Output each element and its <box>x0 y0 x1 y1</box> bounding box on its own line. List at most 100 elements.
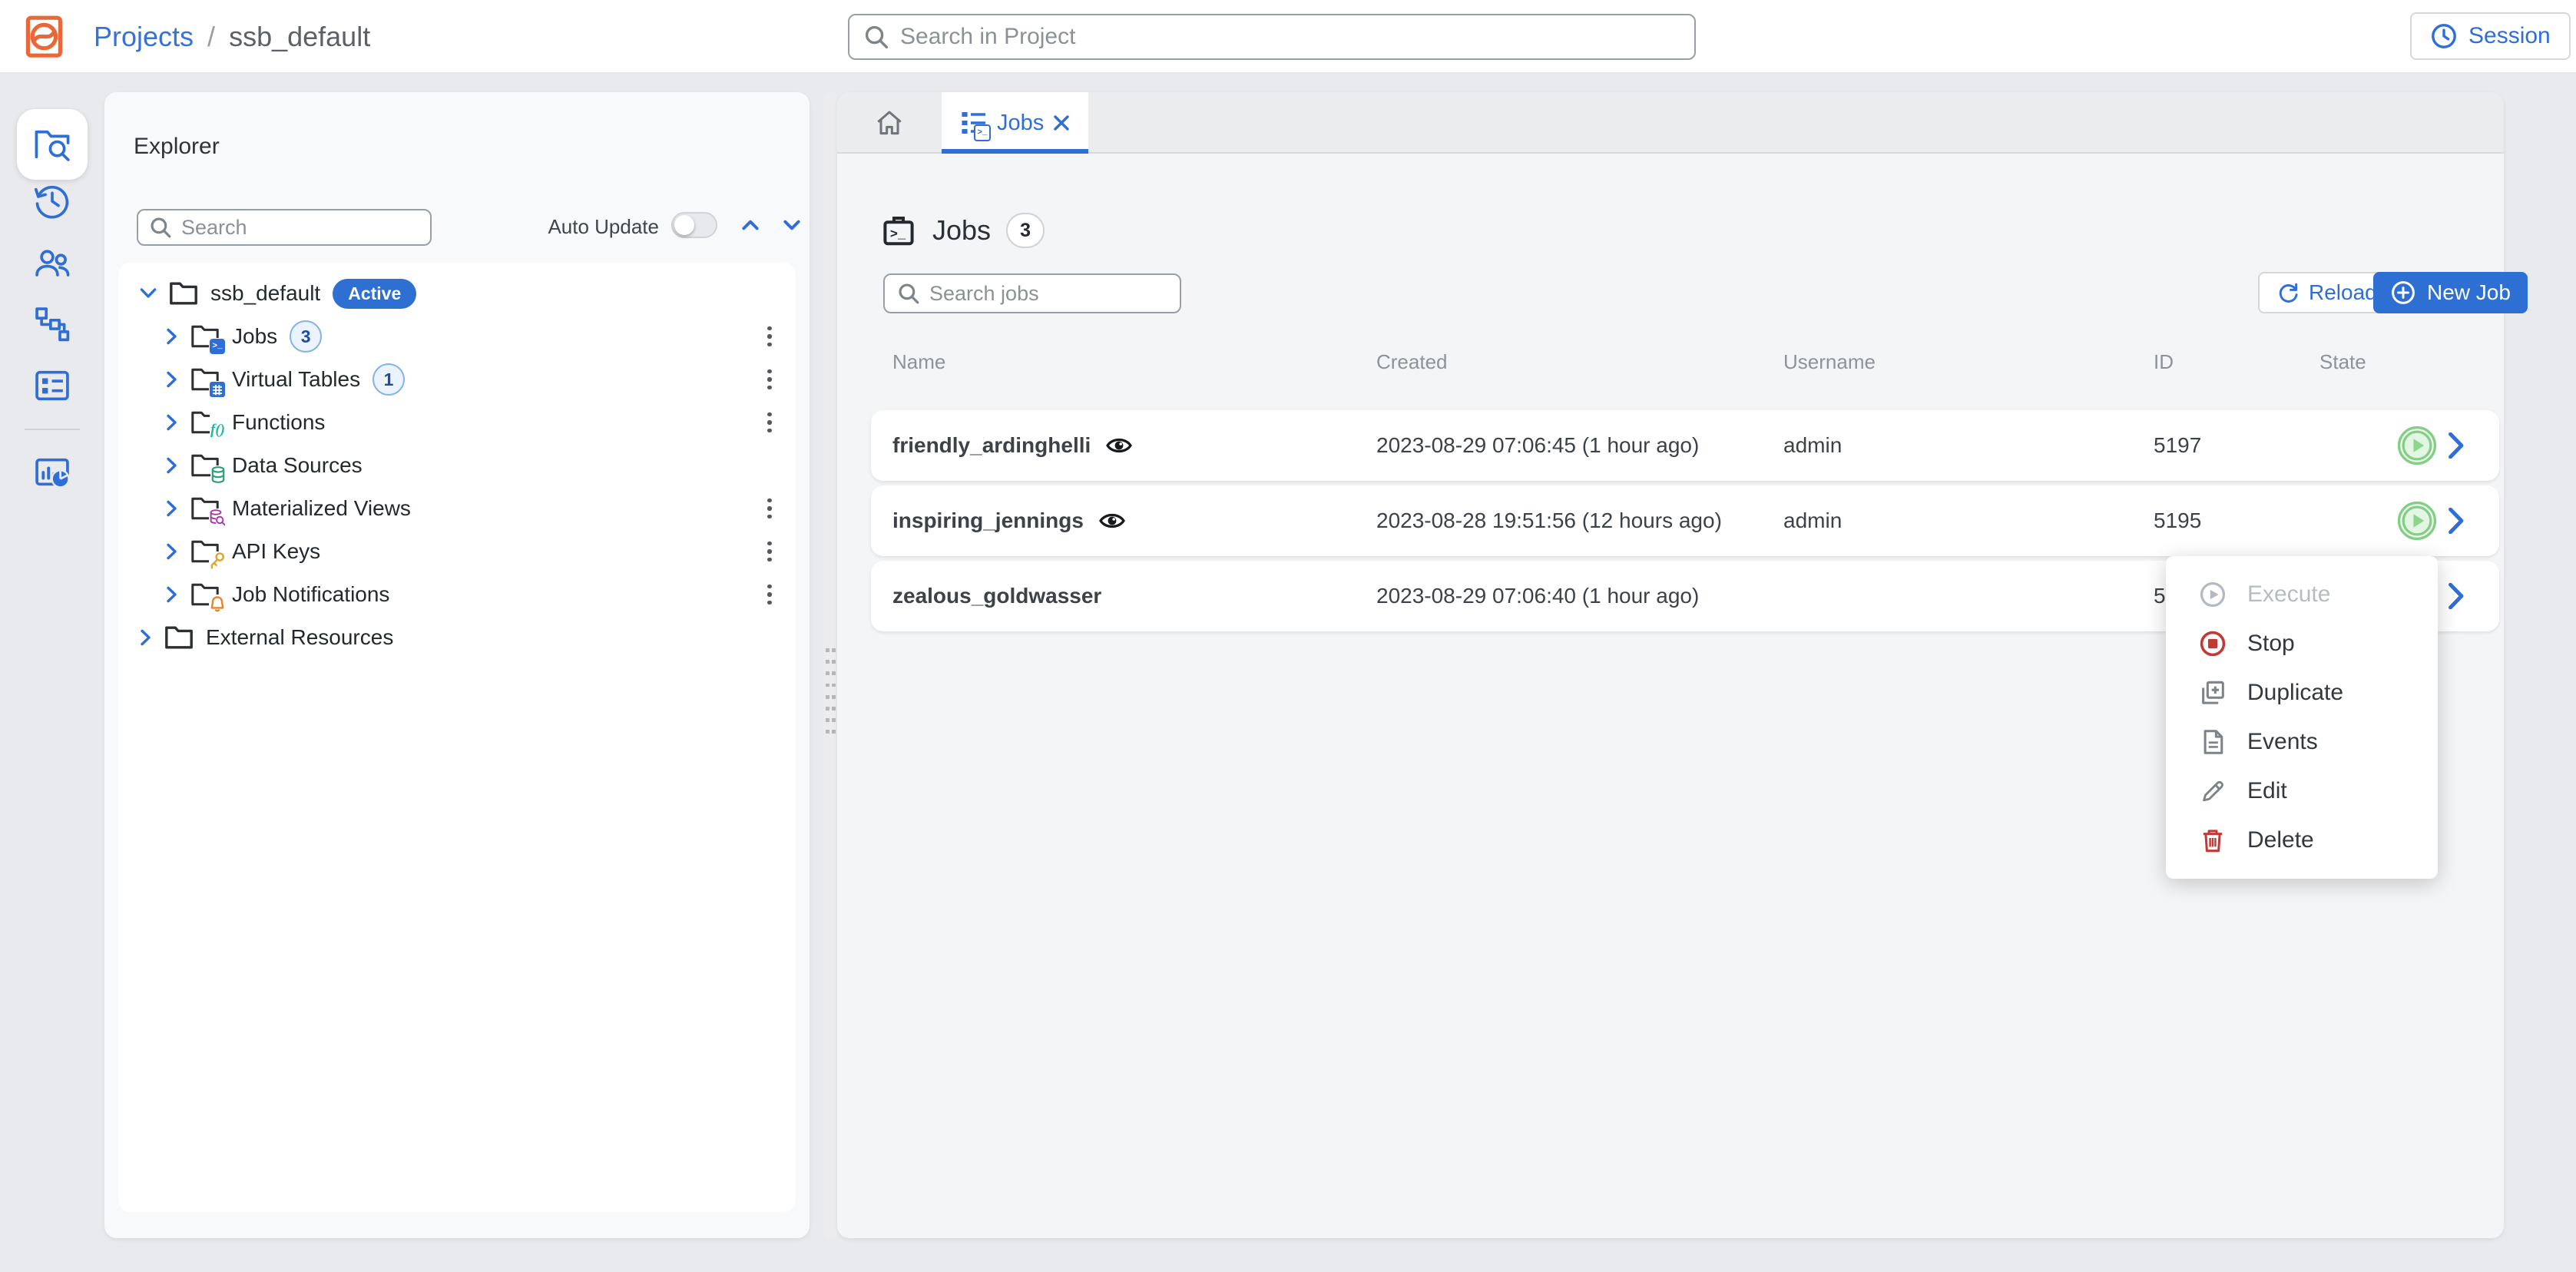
app-logo-icon[interactable] <box>25 15 68 58</box>
new-job-button-label: New Job <box>2427 280 2511 305</box>
active-status-badge: Active <box>333 279 416 309</box>
project-search-box[interactable] <box>848 14 1696 60</box>
tree-item-virtual-tables[interactable]: Virtual Tables 1 <box>118 358 796 401</box>
search-icon <box>863 24 889 50</box>
tree-item-jobs[interactable]: >_ Jobs 3 <box>118 315 796 358</box>
jobs-search-box[interactable] <box>883 273 1181 313</box>
new-job-button[interactable]: New Job <box>2373 272 2528 313</box>
chevron-right-icon[interactable] <box>140 629 152 646</box>
users-icon[interactable] <box>32 243 72 283</box>
history-icon[interactable] <box>32 181 72 221</box>
jobs-list-icon: >_ <box>960 109 988 137</box>
job-id: 5197 <box>2154 410 2201 481</box>
tree-item-api-keys[interactable]: API Keys <box>118 530 796 573</box>
menu-item-stop[interactable]: Stop <box>2166 619 2438 668</box>
data-sources-folder-icon <box>190 453 220 478</box>
close-tab-icon[interactable] <box>1053 114 1070 131</box>
tab-home[interactable] <box>853 92 926 154</box>
tree-item-label: Virtual Tables <box>232 367 360 392</box>
job-id: 5195 <box>2154 485 2201 556</box>
materialized-views-folder-icon <box>190 496 220 521</box>
folder-icon <box>164 625 194 650</box>
breadcrumb-projects-link[interactable]: Projects <box>94 21 194 53</box>
kebab-menu-icon[interactable] <box>759 324 780 349</box>
row-expand-chevron-icon[interactable] <box>2449 561 2465 631</box>
table-row[interactable]: inspiring_jennings 2023-08-28 19:51:56 (… <box>871 485 2499 556</box>
document-icon <box>2198 727 2227 757</box>
tree-item-job-notifications[interactable]: Job Notifications <box>118 573 796 616</box>
chevron-right-icon[interactable] <box>166 328 178 345</box>
tree-item-data-sources[interactable]: Data Sources <box>118 444 796 487</box>
expand-all-icon[interactable] <box>782 215 802 235</box>
trash-icon <box>2198 826 2227 855</box>
column-header-created: Created <box>1376 350 1448 374</box>
icon-rail <box>0 74 104 1272</box>
kebab-menu-icon[interactable] <box>759 539 780 564</box>
chevron-right-icon[interactable] <box>166 586 178 603</box>
tree-item-label: ssb_default <box>210 281 320 306</box>
tree-item-label: Job Notifications <box>232 582 389 607</box>
breadcrumb-separator: / <box>207 21 215 53</box>
count-badge: 1 <box>372 363 405 396</box>
tree-item-external-resources[interactable]: External Resources <box>118 616 796 659</box>
tree-item-project-root[interactable]: ssb_default Active <box>118 272 796 315</box>
tree-item-label: Jobs <box>232 324 277 349</box>
jobs-count-badge: 3 <box>1006 213 1045 248</box>
project-search-input[interactable] <box>900 24 1694 50</box>
tree-item-functions[interactable]: f() Functions <box>118 401 796 444</box>
job-name: inspiring_jennings <box>892 508 1084 533</box>
app-root: Projects / ssb_default Session <box>0 0 2576 1272</box>
collapse-all-icon[interactable] <box>740 215 760 235</box>
tree-item-label: Functions <box>232 410 325 435</box>
tab-jobs-label: Jobs <box>997 111 1044 136</box>
tree-item-label: External Resources <box>206 625 393 650</box>
explorer-tree: ssb_default Active >_ Jobs 3 <box>118 263 796 1212</box>
job-running-icon[interactable] <box>2396 410 2438 481</box>
chevron-down-icon[interactable] <box>140 287 157 300</box>
terminal-badge-icon: >_ <box>974 124 991 141</box>
kebab-menu-icon[interactable] <box>759 496 780 521</box>
kebab-menu-icon[interactable] <box>759 410 780 435</box>
session-button[interactable]: Session <box>2410 12 2571 60</box>
lineage-icon[interactable] <box>32 304 72 344</box>
job-created: 2023-08-29 07:06:45 (1 hour ago) <box>1376 410 1699 481</box>
explorer-search-box[interactable] <box>137 209 432 246</box>
chevron-right-icon[interactable] <box>166 371 178 388</box>
eye-icon <box>1099 512 1125 530</box>
drag-grip-icon <box>826 648 836 734</box>
folder-icon <box>169 281 198 306</box>
menu-item-edit[interactable]: Edit <box>2166 767 2438 816</box>
tab-jobs[interactable]: >_ Jobs <box>942 92 1088 154</box>
monitoring-icon[interactable] <box>32 453 72 493</box>
explorer-title: Explorer <box>134 134 220 160</box>
page-title: Jobs <box>932 214 991 247</box>
chevron-right-icon[interactable] <box>166 543 178 560</box>
count-badge: 3 <box>290 320 322 353</box>
row-expand-chevron-icon[interactable] <box>2449 410 2465 481</box>
job-username: admin <box>1783 485 1842 556</box>
kebab-menu-icon[interactable] <box>759 367 780 392</box>
chevron-right-icon[interactable] <box>166 457 178 474</box>
menu-item-events[interactable]: Events <box>2166 717 2438 767</box>
menu-item-delete[interactable]: Delete <box>2166 816 2438 865</box>
chevron-right-icon[interactable] <box>166 500 178 517</box>
panel-resize-handle[interactable] <box>823 92 837 1238</box>
play-circle-icon <box>2198 580 2227 609</box>
row-expand-chevron-icon[interactable] <box>2449 485 2465 556</box>
menu-item-execute: Execute <box>2166 570 2438 619</box>
stop-circle-icon <box>2198 629 2227 658</box>
explorer-folder-search-icon[interactable] <box>32 124 72 164</box>
auto-update-label: Auto Update <box>548 215 659 239</box>
svg-text:>_: >_ <box>890 228 906 243</box>
forms-icon[interactable] <box>32 366 72 406</box>
job-running-icon[interactable] <box>2396 485 2438 556</box>
menu-item-duplicate[interactable]: Duplicate <box>2166 668 2438 717</box>
jobs-search-input[interactable] <box>929 282 1180 306</box>
auto-update-toggle[interactable] <box>671 212 717 238</box>
explorer-search-input[interactable] <box>181 216 430 240</box>
table-row[interactable]: friendly_ardinghelli 2023-08-29 07:06:45… <box>871 410 2499 481</box>
job-username: admin <box>1783 410 1842 481</box>
kebab-menu-icon[interactable] <box>759 582 780 607</box>
chevron-right-icon[interactable] <box>166 414 178 431</box>
tree-item-materialized-views[interactable]: Materialized Views <box>118 487 796 530</box>
